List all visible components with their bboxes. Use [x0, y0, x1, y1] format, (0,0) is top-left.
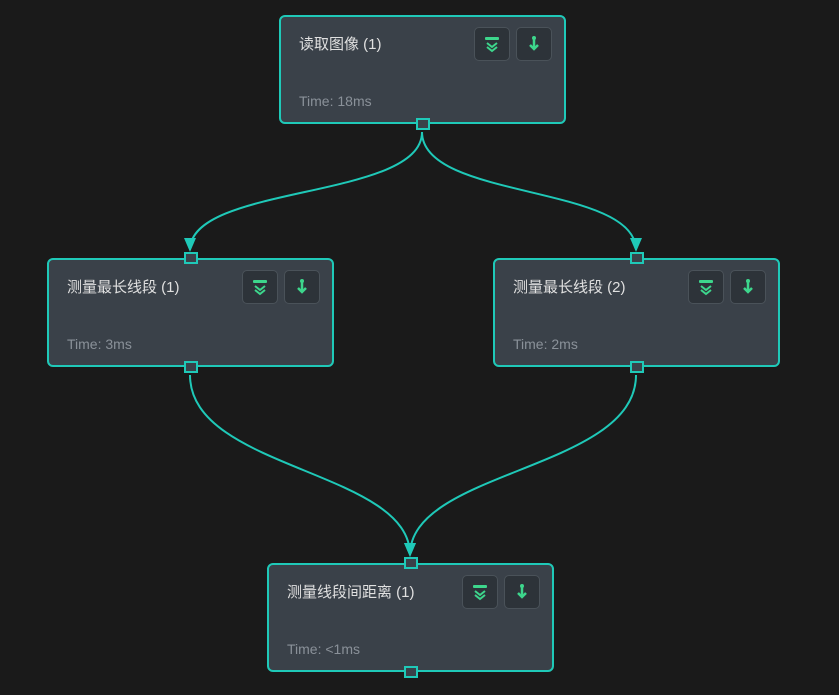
collapse-icon [471, 583, 489, 601]
output-port[interactable] [404, 666, 418, 678]
collapse-icon [251, 278, 269, 296]
input-port[interactable] [630, 252, 644, 264]
download-button[interactable] [730, 270, 766, 304]
input-port[interactable] [184, 252, 198, 264]
output-port[interactable] [416, 118, 430, 130]
node-measure-longest-1[interactable]: 测量最长线段 (1) Time: 3ms [47, 258, 334, 367]
collapse-icon [483, 35, 501, 53]
node-time: Time: 18ms [299, 93, 372, 109]
collapse-button[interactable] [462, 575, 498, 609]
node-button-group [474, 27, 552, 61]
node-read-image[interactable]: 读取图像 (1) Time: 18ms [279, 15, 566, 124]
node-measure-distance[interactable]: 测量线段间距离 (1) Time: <1ms [267, 563, 554, 672]
output-port[interactable] [630, 361, 644, 373]
node-time: Time: 2ms [513, 336, 578, 352]
node-title: 测量最长线段 (1) [67, 276, 180, 297]
download-icon [739, 278, 757, 296]
node-measure-longest-2[interactable]: 测量最长线段 (2) Time: 2ms [493, 258, 780, 367]
edge-n2-n4 [190, 375, 410, 555]
collapse-button[interactable] [242, 270, 278, 304]
node-time: Time: 3ms [67, 336, 132, 352]
output-port[interactable] [184, 361, 198, 373]
collapse-button[interactable] [474, 27, 510, 61]
edge-n1-n2 [190, 132, 422, 250]
download-icon [293, 278, 311, 296]
download-button[interactable] [516, 27, 552, 61]
node-button-group [242, 270, 320, 304]
node-title: 测量线段间距离 (1) [287, 581, 415, 602]
node-time: Time: <1ms [287, 641, 360, 657]
edge-n1-n3 [422, 132, 636, 250]
collapse-button[interactable] [688, 270, 724, 304]
node-title: 读取图像 (1) [299, 33, 382, 54]
download-icon [525, 35, 543, 53]
download-button[interactable] [504, 575, 540, 609]
node-button-group [462, 575, 540, 609]
download-button[interactable] [284, 270, 320, 304]
download-icon [513, 583, 531, 601]
node-title: 测量最长线段 (2) [513, 276, 626, 297]
input-port[interactable] [404, 557, 418, 569]
collapse-icon [697, 278, 715, 296]
edge-n3-n4 [410, 375, 636, 555]
node-button-group [688, 270, 766, 304]
